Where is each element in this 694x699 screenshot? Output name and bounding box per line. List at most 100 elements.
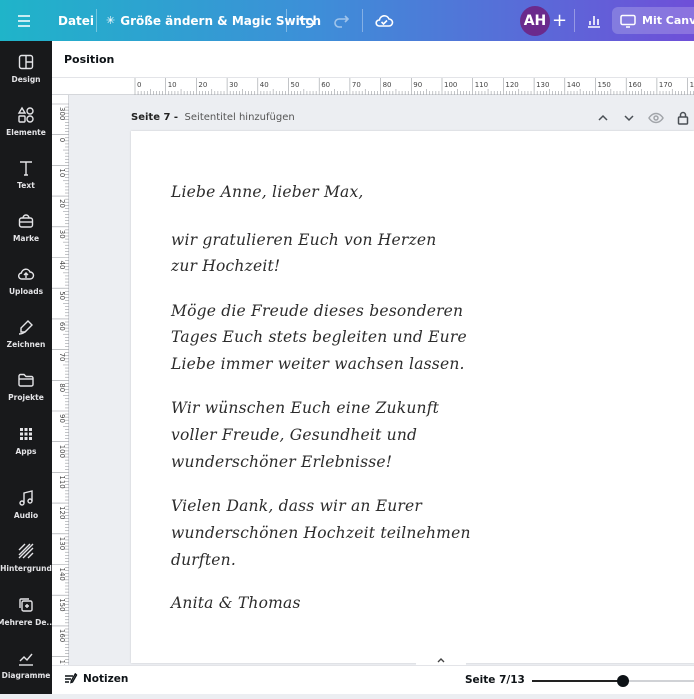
notes-icon — [65, 673, 78, 684]
ruler-label: 50 — [58, 291, 66, 300]
resize-button[interactable]: ✳ Größe ändern & Magic Switch — [106, 0, 321, 41]
ruler-label: 0 — [58, 138, 66, 142]
zoom-slider-fill — [532, 680, 623, 682]
sidebar-item-audio[interactable]: Audio — [0, 489, 52, 539]
letter-line[interactable]: voller Freude, Gesundheit und — [171, 426, 417, 444]
cloud-save-status[interactable] — [374, 0, 394, 41]
letter-line[interactable]: Liebe immer weiter wachsen lassen. — [171, 355, 465, 373]
ruler-label: 140 — [58, 568, 66, 581]
ruler-label: 80 — [383, 81, 392, 89]
redo-icon — [334, 14, 350, 28]
left-sidebar: Design Elemente Text Marke Uploads Zeich… — [0, 41, 55, 694]
sidebar-item-background[interactable]: Hintergrund — [0, 542, 52, 592]
move-page-up-button[interactable] — [596, 110, 610, 129]
move-page-down-button[interactable] — [622, 110, 636, 129]
ruler-label: 150 — [58, 598, 66, 611]
sparkle-icon: ✳ — [106, 14, 116, 27]
chevron-down-icon — [624, 115, 634, 122]
design-page[interactable]: Liebe Anne, lieber Max, wir gratulieren … — [131, 131, 694, 663]
letter-line[interactable]: durften. — [171, 551, 236, 569]
ruler-label: 300 — [58, 107, 66, 120]
insights-button[interactable] — [586, 0, 602, 41]
ruler-label: 0 — [137, 81, 141, 89]
eye-icon — [648, 112, 664, 124]
divider — [574, 9, 575, 32]
background-icon — [18, 543, 34, 559]
letter-line[interactable]: Tages Euch stets begleiten und Eure — [171, 328, 467, 346]
menu-button[interactable] — [16, 0, 32, 41]
present-icon — [620, 14, 636, 28]
zoom-slider[interactable] — [532, 675, 694, 687]
text-icon — [20, 161, 32, 176]
ruler-label: 180 — [690, 81, 694, 89]
letter-line[interactable]: Vielen Dank, dass wir an Eurer — [171, 497, 422, 515]
sidebar-item-elements[interactable]: Elemente — [0, 106, 52, 156]
hamburger-icon — [18, 14, 30, 27]
ruler-label: 50 — [291, 81, 300, 89]
notes-button[interactable]: Notizen — [64, 673, 128, 685]
zoom-slider-handle[interactable] — [616, 675, 629, 687]
sidebar-item-text[interactable]: Text — [0, 159, 52, 209]
apps-icon — [20, 428, 32, 440]
bottom-bar: Notizen Seite 7/13 — [52, 665, 694, 694]
ruler-label: 40 — [58, 261, 66, 270]
divider — [362, 9, 363, 32]
upload-icon — [18, 268, 35, 280]
page-separator: - — [170, 111, 182, 123]
sidebar-item-apps[interactable]: Apps — [0, 425, 52, 475]
redo-button[interactable] — [332, 0, 350, 41]
letter-line[interactable]: Möge die Freude dieses besonderen — [171, 302, 463, 320]
ruler-corner — [52, 78, 131, 95]
letter-line[interactable]: wir gratulieren Euch von Herzen — [171, 231, 436, 249]
sidebar-item-projects[interactable]: Projekte — [0, 371, 52, 421]
sidebar-item-multiple-designs[interactable]: Mehrere De... — [0, 596, 55, 646]
page-title-input[interactable]: Seitentitel hinzufügen — [185, 112, 295, 123]
page-number: Seite 7 — [131, 111, 171, 123]
sidebar-item-brand[interactable]: Marke — [0, 212, 52, 262]
ruler-label: 100 — [58, 445, 66, 458]
ruler-label: 130 — [58, 537, 66, 550]
chart-icon — [19, 653, 33, 666]
letter-line[interactable]: zur Hochzeit! — [171, 257, 280, 275]
letter-line[interactable]: wunderschöner Erlebnisse! — [171, 453, 392, 471]
ruler-label: 160 — [628, 81, 641, 89]
folder-icon — [18, 373, 34, 387]
ruler-label: 130 — [536, 81, 549, 89]
elements-icon — [17, 106, 34, 123]
vertical-ruler[interactable]: 300 0 10 20 30 40 50 60 70 80 90 100 110 120 130 140 150… — [52, 95, 69, 665]
position-panel-header: Position — [52, 41, 694, 78]
avatar[interactable]: AH — [520, 6, 550, 36]
ruler-label: 20 — [198, 81, 207, 89]
ruler-label: 170 — [659, 81, 672, 89]
ruler-label: 150 — [598, 81, 611, 89]
horizontal-ruler[interactable]: 0 10 20 30 40 50 60 70 80 90 100 110 120 130 140 150 160… — [131, 78, 694, 95]
sidebar-item-uploads[interactable]: Uploads — [0, 265, 52, 315]
letter-line[interactable]: Wir wünschen Euch eine Zukunft — [171, 399, 439, 417]
sidebar-item-draw[interactable]: Zeichnen — [0, 318, 52, 368]
ruler-label: 70 — [352, 81, 361, 89]
ruler-label: 60 — [321, 81, 330, 89]
page-indicator[interactable]: Seite 7/13 — [465, 674, 525, 686]
letter-line[interactable]: wunderschönen Hochzeit teilnehmen — [171, 524, 471, 542]
letter-line[interactable]: Liebe Anne, lieber Max, — [171, 183, 364, 201]
add-collaborator-button[interactable]: + — [552, 0, 567, 41]
ruler-label: 90 — [58, 414, 66, 423]
file-menu-button[interactable]: Datei — [58, 0, 94, 41]
lock-icon — [677, 111, 689, 125]
bar-chart-icon — [588, 15, 600, 28]
audio-icon — [19, 490, 33, 506]
ruler-label: 40 — [260, 81, 269, 89]
chevron-up-icon — [598, 114, 608, 121]
design-icon — [18, 54, 34, 70]
ruler-label: 90 — [413, 81, 422, 89]
share-button[interactable]: Mit Canva — [612, 7, 694, 34]
ruler-label: 140 — [567, 81, 580, 89]
sidebar-item-charts[interactable]: Diagramme — [0, 649, 52, 699]
hide-page-button[interactable] — [648, 110, 664, 129]
sidebar-item-design[interactable]: Design — [0, 53, 52, 103]
ruler-label: 70 — [58, 353, 66, 362]
letter-signature[interactable]: Anita & Thomas — [171, 594, 301, 612]
divider — [286, 9, 287, 32]
undo-button[interactable] — [298, 0, 316, 41]
lock-page-button[interactable] — [676, 110, 690, 129]
